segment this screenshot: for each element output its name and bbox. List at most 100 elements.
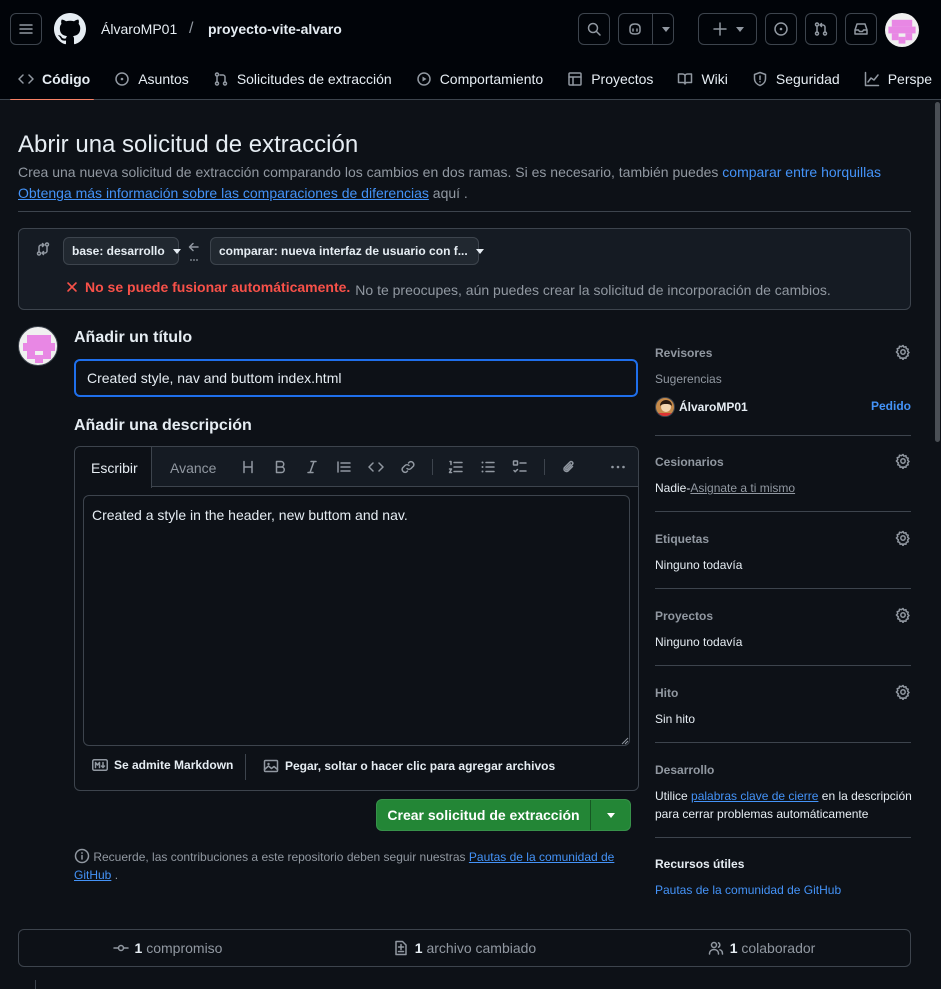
closing-keywords-link[interactable]: palabras clave de cierre [691, 789, 818, 803]
book-icon [678, 73, 693, 85]
unordered-list-icon[interactable] [480, 459, 496, 475]
github-logo[interactable] [54, 13, 86, 45]
heading-icon[interactable] [240, 459, 256, 475]
tab-write[interactable]: Escribir [75, 447, 152, 488]
chevron-down-icon [735, 26, 744, 32]
learn-more-line: Obtenga más información sobre las compar… [18, 183, 468, 204]
tab-code[interactable]: Código [0, 58, 102, 100]
tab-preview[interactable]: Avance [154, 447, 232, 488]
link-icon[interactable] [400, 459, 416, 475]
inbox-button[interactable] [845, 13, 877, 45]
graph-icon [864, 71, 879, 87]
pull-requests-button[interactable] [805, 13, 837, 45]
compare-branch-select[interactable]: comparar: nueva interfaz de usuario con … [210, 237, 484, 265]
tab-label: Solicitudes de extracción [236, 71, 392, 87]
description-label: Añadir una descripción [74, 417, 252, 434]
inbox-icon [854, 23, 868, 35]
projects-title: Proyectos [655, 609, 714, 623]
more-options-icon[interactable] [610, 459, 626, 475]
contributors-summary[interactable]: 1 colaborador [613, 930, 910, 966]
compare-forks-link[interactable]: comparar entre horquillas [722, 164, 881, 180]
tab-issues[interactable]: Asuntos [102, 58, 201, 100]
tab-label: Asuntos [138, 71, 189, 87]
top-header: ÁlvaroMP01 / proyecto-vite-alvaro Código… [0, 0, 941, 100]
chevron-down-icon [606, 812, 615, 818]
reviewer-avatar [655, 397, 675, 417]
create-options-dropdown[interactable] [591, 800, 630, 830]
sidebar-development: Desarrollo Utilice palabras clave de cie… [655, 761, 912, 838]
merge-error-text: No se puede fusionar automáticamente. [85, 279, 351, 295]
code-icon[interactable] [368, 459, 384, 475]
community-guidelines-sidebar-link[interactable]: Pautas de la comunidad de GitHub [655, 883, 841, 897]
create-new-button[interactable] [698, 13, 757, 45]
contributors-label: colaborador [741, 940, 816, 956]
menu-button[interactable] [10, 13, 42, 45]
base-branch-select[interactable]: base: desarrollo [63, 237, 181, 265]
pull-request-icon [814, 22, 828, 36]
tab-projects[interactable]: Proyectos [555, 58, 665, 100]
tab-pull-requests[interactable]: Solicitudes de extracción [201, 58, 404, 100]
suggested-reviewer: ÁlvaroMP01 [655, 397, 748, 417]
identicon-avatar [888, 19, 916, 44]
bold-icon[interactable] [272, 459, 288, 475]
markdown-support-note[interactable]: Se admite Markdown [92, 758, 233, 772]
request-review-link[interactable]: Pedido [871, 399, 911, 413]
paperclip-icon[interactable] [561, 459, 577, 475]
user-avatar[interactable] [885, 13, 919, 47]
file-diff-icon [395, 940, 407, 956]
sidebar-milestone: Hito Sin hito [655, 684, 911, 743]
assign-yourself-link[interactable]: Asignate a ti mismo [690, 481, 795, 495]
plus-icon [712, 22, 727, 36]
issues-button[interactable] [765, 13, 797, 45]
issue-icon [774, 22, 788, 36]
learn-more-link[interactable]: Obtenga más información sobre las compar… [18, 185, 429, 201]
shield-icon [753, 71, 767, 87]
create-pull-request-button[interactable]: Crear solicitud de extracción [377, 800, 591, 830]
subtitle-text: Crea una nueva solicitud de extracción c… [18, 164, 719, 180]
timeline-line [35, 980, 36, 989]
ordered-list-icon[interactable] [448, 459, 464, 475]
attach-note-text: Pegar, soltar o hacer clic para agregar … [285, 759, 556, 773]
attach-files-area[interactable]: Pegar, soltar o hacer clic para agregar … [263, 758, 555, 774]
tab-label: Proyectos [591, 71, 654, 87]
repo-owner-link[interactable]: ÁlvaroMP01 [101, 21, 177, 37]
title-input[interactable]: Created style, nav and buttom index.html [74, 359, 638, 397]
files-summary[interactable]: 1 archivo cambiado [316, 930, 613, 966]
task-list-icon[interactable] [512, 459, 528, 475]
reviewer-name: ÁlvaroMP01 [679, 400, 748, 414]
info-icon [74, 848, 90, 864]
tab-insights[interactable]: Perspe [852, 58, 941, 100]
chevron-down-icon [662, 27, 670, 32]
copilot-icon [629, 23, 641, 35]
gear-icon[interactable] [895, 344, 911, 360]
gear-icon[interactable] [895, 684, 911, 700]
copilot-button[interactable] [618, 13, 674, 45]
people-icon [708, 941, 723, 955]
markdown-icon [92, 759, 108, 771]
gear-icon[interactable] [895, 607, 911, 623]
resize-handle-icon[interactable] [619, 735, 629, 745]
search-button[interactable] [578, 13, 610, 45]
github-logo-icon [54, 13, 86, 45]
projects-value: Ninguno todavía [655, 635, 743, 649]
contributors-count: 1 [729, 940, 738, 956]
development-title: Desarrollo [655, 763, 715, 777]
gear-icon[interactable] [895, 453, 911, 469]
search-icon [587, 22, 601, 36]
repo-name-link[interactable]: proyecto-vite-alvaro [208, 21, 342, 37]
tab-actions[interactable]: Comportamiento [404, 58, 556, 100]
tab-wiki[interactable]: Wiki [665, 58, 739, 100]
assignees-title: Cesionarios [655, 455, 724, 469]
arrow-left-icon [188, 242, 199, 261]
sidebar-labels: Etiquetas Ninguno todavía [655, 530, 911, 589]
tab-security[interactable]: Seguridad [740, 58, 852, 100]
italic-icon[interactable] [304, 459, 320, 475]
create-pull-request-button-group: Crear solicitud de extracción [376, 799, 631, 831]
merge-note-text: No te preocupes, aún puedes crear la sol… [355, 282, 831, 298]
quote-icon[interactable] [336, 459, 352, 475]
scrollbar-thumb[interactable] [935, 102, 940, 442]
description-textarea[interactable]: Created a style in the header, new butto… [83, 495, 630, 746]
commits-summary[interactable]: 1 compromiso [19, 930, 316, 966]
gear-icon[interactable] [895, 530, 911, 546]
markdown-note-text: Se admite Markdown [114, 758, 234, 772]
